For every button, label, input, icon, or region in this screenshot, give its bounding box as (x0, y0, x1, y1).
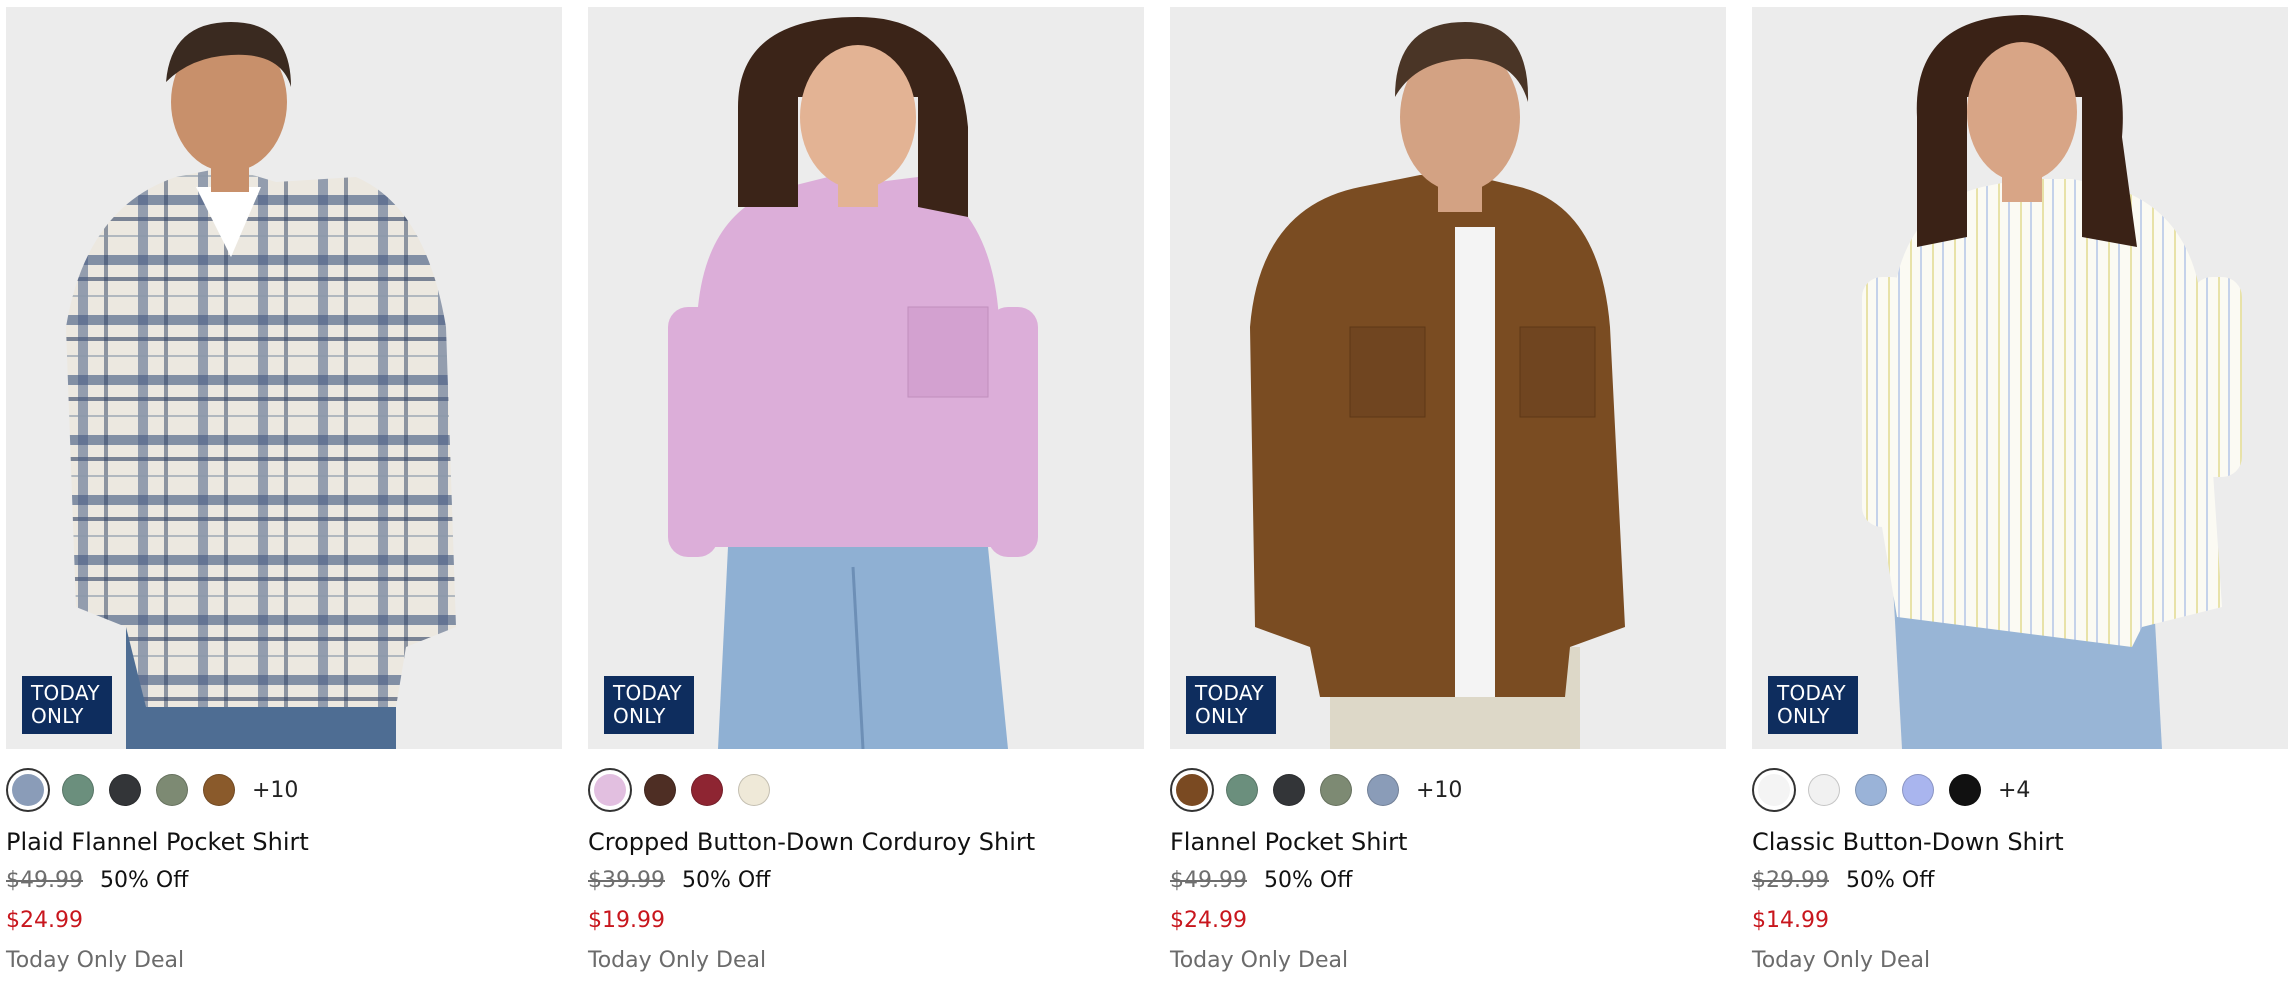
product-name[interactable]: Plaid Flannel Pocket Shirt (6, 828, 309, 856)
color-swatch[interactable] (1855, 774, 1887, 806)
price-row: $49.99 50% Off (6, 868, 188, 893)
deal-label: Today Only Deal (6, 948, 185, 973)
product-card[interactable]: TODAY ONLY +4 Classic Button-Down Shirt … (1752, 7, 2288, 982)
discount-label: 50% Off (681, 868, 771, 893)
price-row: $39.99 50% Off (588, 868, 770, 893)
color-swatch[interactable] (738, 774, 770, 806)
price-row: $49.99 50% Off (1170, 868, 1352, 893)
sale-price: $24.99 (1170, 908, 1247, 933)
sale-price: $24.99 (6, 908, 83, 933)
today-only-badge: TODAY ONLY (604, 676, 694, 734)
product-name[interactable]: Cropped Button-Down Corduroy Shirt (588, 828, 1035, 856)
product-photo-illustration (1170, 7, 1726, 749)
product-photo-illustration (1752, 7, 2288, 749)
today-only-badge: TODAY ONLY (22, 676, 112, 734)
product-card[interactable]: TODAY ONLY +10 Flannel Pocket Shirt $49.… (1170, 7, 1726, 982)
deal-label: Today Only Deal (1752, 948, 1931, 973)
badge-line-2: ONLY (613, 704, 666, 728)
color-swatch[interactable] (1273, 774, 1305, 806)
badge-line-2: ONLY (31, 704, 84, 728)
color-swatch-selected[interactable] (1752, 768, 1796, 812)
original-price: $49.99 (6, 868, 83, 893)
color-swatch-selected[interactable] (588, 768, 632, 812)
original-price: $29.99 (1752, 868, 1829, 893)
badge-line-2: ONLY (1195, 704, 1248, 728)
color-swatch[interactable] (156, 774, 188, 806)
color-swatches: +10 (1170, 767, 1462, 813)
discount-label: 50% Off (1845, 868, 1935, 893)
more-colors-link[interactable]: +10 (252, 778, 298, 803)
sale-price: $19.99 (588, 908, 665, 933)
badge-line-2: ONLY (1777, 704, 1830, 728)
price-row: $29.99 50% Off (1752, 868, 1934, 893)
color-swatch[interactable] (109, 774, 141, 806)
badge-line-1: TODAY (613, 681, 682, 705)
deal-label: Today Only Deal (588, 948, 767, 973)
color-swatch[interactable] (1808, 774, 1840, 806)
badge-line-1: TODAY (1777, 681, 1846, 705)
deal-label: Today Only Deal (1170, 948, 1349, 973)
original-price: $39.99 (588, 868, 665, 893)
product-card[interactable]: TODAY ONLY Cropped Button-Down Corduroy … (588, 7, 1144, 982)
color-swatch[interactable] (203, 774, 235, 806)
product-photo-illustration (6, 7, 562, 749)
original-price: $49.99 (1170, 868, 1247, 893)
product-image[interactable]: TODAY ONLY (588, 7, 1144, 749)
sale-price: $14.99 (1752, 908, 1829, 933)
product-name[interactable]: Classic Button-Down Shirt (1752, 828, 2064, 856)
product-photo-illustration (588, 7, 1144, 749)
color-swatch-selected[interactable] (1170, 768, 1214, 812)
product-grid: TODAY ONLY +10 Plaid Flannel Pocket Shir… (0, 0, 2288, 986)
color-swatches: +4 (1752, 767, 2030, 813)
product-image[interactable]: TODAY ONLY (1752, 7, 2288, 749)
product-image[interactable]: TODAY ONLY (1170, 7, 1726, 749)
product-card[interactable]: TODAY ONLY +10 Plaid Flannel Pocket Shir… (6, 7, 562, 982)
color-swatch[interactable] (1320, 774, 1352, 806)
color-swatches (588, 767, 785, 813)
discount-label: 50% Off (99, 868, 189, 893)
color-swatch[interactable] (1902, 774, 1934, 806)
color-swatch[interactable] (644, 774, 676, 806)
badge-line-1: TODAY (31, 681, 100, 705)
more-colors-link[interactable]: +10 (1416, 778, 1462, 803)
product-name[interactable]: Flannel Pocket Shirt (1170, 828, 1407, 856)
color-swatch[interactable] (62, 774, 94, 806)
badge-line-1: TODAY (1195, 681, 1264, 705)
today-only-badge: TODAY ONLY (1186, 676, 1276, 734)
more-colors-link[interactable]: +4 (1998, 778, 2030, 803)
color-swatch[interactable] (1949, 774, 1981, 806)
today-only-badge: TODAY ONLY (1768, 676, 1858, 734)
product-image[interactable]: TODAY ONLY (6, 7, 562, 749)
discount-label: 50% Off (1263, 868, 1353, 893)
color-swatches: +10 (6, 767, 298, 813)
color-swatch[interactable] (1226, 774, 1258, 806)
color-swatch[interactable] (691, 774, 723, 806)
color-swatch-selected[interactable] (6, 768, 50, 812)
color-swatch[interactable] (1367, 774, 1399, 806)
